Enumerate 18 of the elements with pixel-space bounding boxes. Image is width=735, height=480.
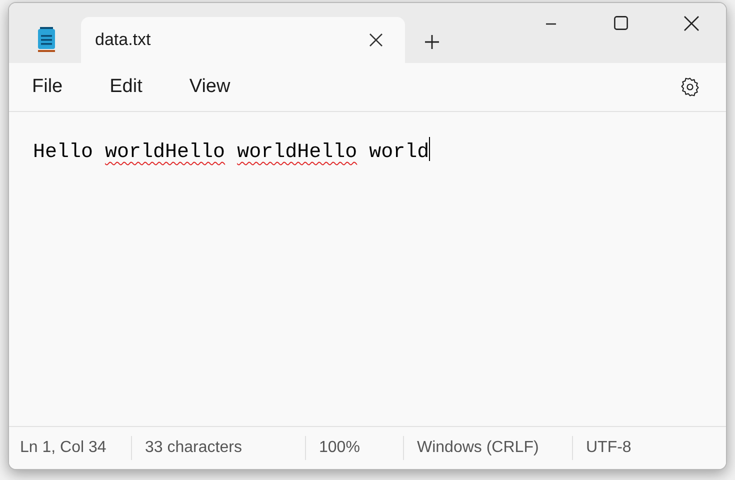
- status-item: 33 characters: [145, 438, 242, 458]
- menu-item[interactable]: View: [188, 72, 232, 102]
- close-tab-icon[interactable]: [369, 33, 383, 47]
- menu-item[interactable]: Edit: [108, 72, 144, 102]
- menu-item[interactable]: File: [31, 72, 64, 102]
- close-icon[interactable]: [684, 16, 699, 31]
- status-item: 100%: [319, 438, 360, 458]
- status-item: Ln 1, Col 34: [20, 438, 106, 458]
- minimize-icon[interactable]: [546, 23, 556, 25]
- status-item: Windows (CRLF): [417, 438, 539, 458]
- status-item: UTF-8: [586, 438, 632, 458]
- new-tab-icon[interactable]: [425, 35, 439, 49]
- notepad-icon: [37, 27, 57, 53]
- file-tab[interactable]: data.txt: [81, 17, 405, 63]
- settings-icon[interactable]: [679, 76, 701, 98]
- maximize-icon[interactable]: [614, 16, 628, 30]
- editor-text: Hello worldHello worldHello world: [33, 137, 430, 166]
- text-area[interactable]: Hello worldHello worldHello world: [9, 112, 726, 426]
